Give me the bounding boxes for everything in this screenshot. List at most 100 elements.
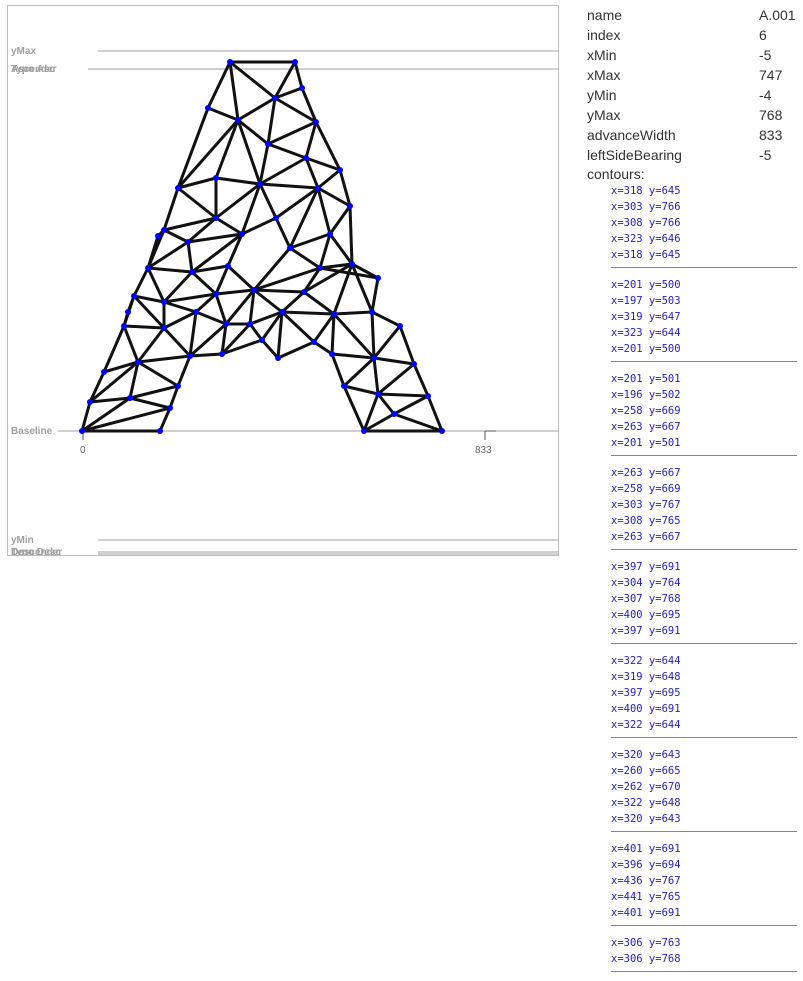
triangle-edge bbox=[350, 262, 374, 314]
triangle-edge bbox=[188, 310, 198, 358]
triangle-edge bbox=[252, 288, 284, 314]
vertex-point bbox=[193, 309, 199, 315]
vertex-point bbox=[175, 185, 181, 191]
glyph-drawing: yMax Typo Asc Ascender Baseline yMin Typ… bbox=[11, 46, 558, 555]
contour-group: x=320 y=643 x=260 y=665 x=262 y=670 x=322 y… bbox=[611, 747, 797, 832]
triangle-edge bbox=[258, 142, 270, 186]
info-row-yMax: yMax 768 bbox=[587, 105, 799, 125]
vertex-point bbox=[135, 359, 141, 365]
vertex-point bbox=[371, 355, 377, 361]
triangle-edge bbox=[293, 60, 304, 90]
vertex-point bbox=[101, 369, 107, 375]
contour-point: x=307 y=768 bbox=[611, 593, 681, 605]
triangle-edge bbox=[260, 338, 280, 360]
triangle-edge bbox=[258, 156, 308, 186]
triangle-edge bbox=[190, 270, 218, 296]
vertex-point bbox=[329, 351, 335, 357]
triangle-edge bbox=[176, 118, 240, 190]
vertex-point bbox=[301, 289, 307, 295]
info-key: yMin bbox=[587, 87, 617, 103]
origin-tick-label: 0 bbox=[80, 445, 86, 456]
triangle-edge bbox=[226, 264, 256, 292]
contour-point: x=197 y=503 bbox=[611, 295, 681, 307]
triangle-edge bbox=[80, 406, 172, 433]
vertex-point bbox=[317, 265, 323, 271]
vertex-point bbox=[315, 185, 321, 191]
triangle-edge bbox=[376, 362, 416, 396]
info-row-xMin: xMin -5 bbox=[587, 45, 799, 65]
triangle-edge bbox=[330, 312, 336, 356]
triangle-edge bbox=[312, 340, 334, 356]
vertex-point bbox=[131, 293, 137, 299]
triangle-edge bbox=[162, 186, 180, 232]
contour-point: x=322 y=648 bbox=[611, 797, 681, 809]
triangle-edge bbox=[136, 360, 180, 388]
triangle-edge bbox=[330, 352, 376, 360]
contour-point: x=318 y=645 bbox=[611, 185, 681, 197]
vertex-point bbox=[391, 411, 397, 417]
info-row-yMin: yMin -4 bbox=[587, 85, 799, 105]
descender-label: Descender bbox=[11, 547, 62, 555]
vertex-point bbox=[411, 361, 417, 367]
triangle-edge bbox=[236, 96, 277, 122]
triangle-edge bbox=[252, 288, 306, 294]
info-value: 747 bbox=[759, 67, 783, 83]
vertex-point bbox=[235, 117, 241, 123]
vertex-point bbox=[397, 323, 403, 329]
info-key: xMin bbox=[587, 47, 617, 63]
vertex-point bbox=[87, 399, 93, 405]
glyph-info-panel: name A.001 index 6 xMin -5 xMax 747 yMin -4 yMax 76… bbox=[587, 5, 799, 981]
vertex-point bbox=[247, 321, 253, 327]
info-row-leftSideBearing: leftSideBearing -5 bbox=[587, 145, 799, 165]
triangle-edge bbox=[186, 240, 194, 274]
triangle-edge bbox=[162, 228, 190, 244]
triangle-edge bbox=[162, 326, 192, 358]
vertex-point bbox=[272, 95, 278, 101]
triangle-edge bbox=[132, 266, 150, 298]
contour-point: x=400 y=695 bbox=[611, 609, 681, 621]
triangle-edge bbox=[266, 120, 318, 146]
contour-point: x=201 y=501 bbox=[611, 437, 681, 449]
vertex-point bbox=[157, 428, 163, 434]
contour-point: x=323 y=644 bbox=[611, 327, 681, 339]
info-row-name: name A.001 bbox=[587, 5, 799, 25]
ymin-label: yMin bbox=[11, 535, 34, 546]
triangle-edge bbox=[188, 352, 224, 358]
info-row-index: index 6 bbox=[587, 25, 799, 45]
contour-point: x=320 y=643 bbox=[611, 749, 681, 761]
contour-point: x=308 y=765 bbox=[611, 515, 681, 527]
vertex-point bbox=[273, 215, 279, 221]
triangle-edge bbox=[370, 310, 376, 360]
triangle-edge bbox=[258, 182, 278, 220]
vertex-point bbox=[375, 275, 381, 281]
vertex-point bbox=[213, 175, 219, 181]
info-key: index bbox=[587, 27, 621, 43]
vertex-point bbox=[223, 321, 229, 327]
vertex-point bbox=[275, 355, 281, 361]
triangle-edge bbox=[280, 310, 316, 344]
vertex-point bbox=[349, 261, 355, 267]
info-value: 768 bbox=[759, 107, 783, 123]
vertex-point bbox=[265, 141, 271, 147]
contour-point: x=322 y=644 bbox=[611, 719, 681, 731]
contour-group: x=201 y=501 x=196 y=502 x=258 y=669 x=263 y… bbox=[611, 371, 797, 456]
vertex-point bbox=[227, 59, 233, 65]
triangle-edge bbox=[214, 118, 240, 180]
info-key: xMax bbox=[587, 67, 621, 83]
triangle-edge bbox=[136, 354, 192, 364]
vertex-point bbox=[299, 85, 305, 91]
contour-point: x=308 y=766 bbox=[611, 217, 681, 229]
contour-group: x=322 y=644 x=319 y=648 x=397 y=695 x=400 y… bbox=[611, 653, 797, 738]
contour-point: x=201 y=500 bbox=[611, 343, 681, 355]
contour-group: x=401 y=691 x=396 y=694 x=436 y=767 x=441 y… bbox=[611, 841, 797, 926]
triangle-edge bbox=[398, 324, 416, 366]
contours-list: x=318 y=645 x=303 y=766 x=308 y=766 x=323 y… bbox=[587, 183, 799, 972]
triangle-edge bbox=[330, 352, 346, 388]
vertex-point bbox=[287, 245, 293, 251]
triangle-edge bbox=[146, 266, 166, 304]
contour-point: x=401 y=691 bbox=[611, 843, 681, 855]
triangle-edge bbox=[102, 324, 126, 374]
ymax-label: yMax bbox=[11, 46, 36, 57]
triangle-edge bbox=[128, 396, 172, 410]
vertex-point bbox=[189, 269, 195, 275]
